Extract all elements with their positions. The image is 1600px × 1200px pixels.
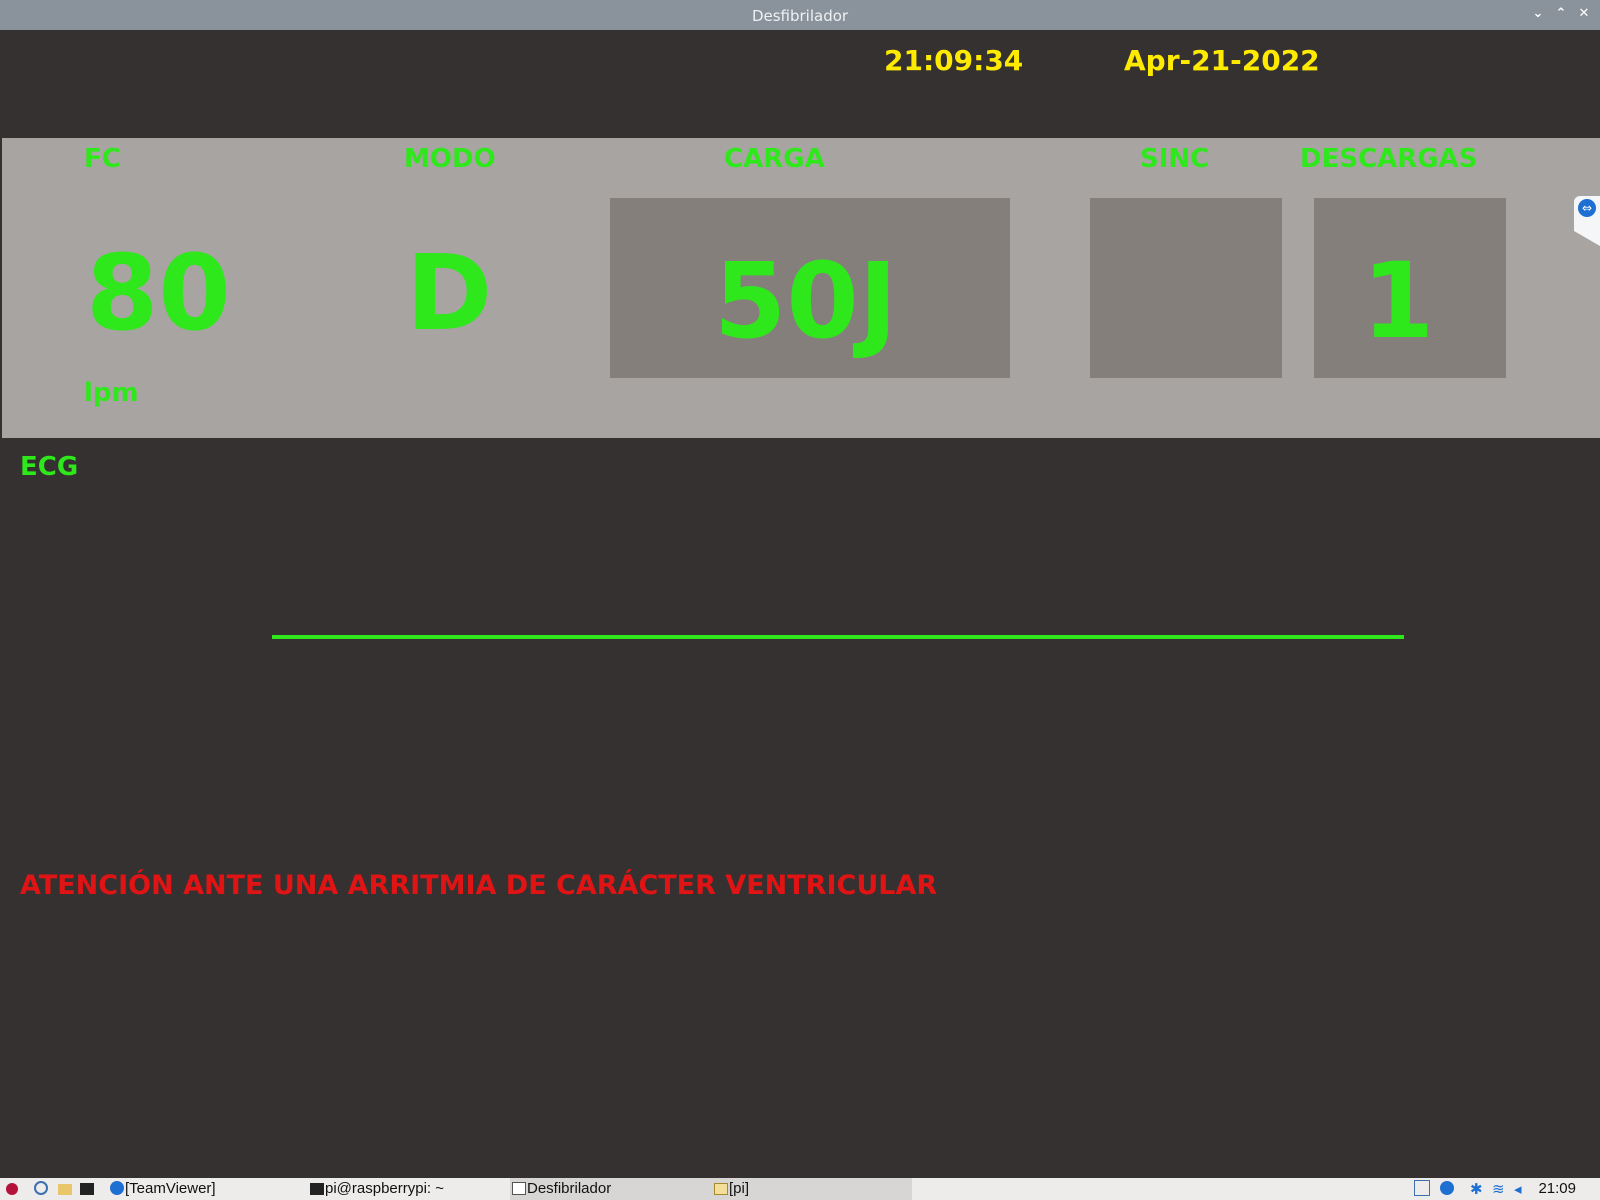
descargas-value: 1 [1362,240,1435,362]
volume-icon[interactable]: ◂ [1514,1180,1522,1198]
browser-icon[interactable] [34,1180,49,1198]
taskbar-item-teamviewer[interactable]: [TeamViewer] [110,1180,216,1198]
sinc-box[interactable] [1090,198,1282,378]
ecg-trace-area [272,635,1404,639]
fc-value: 80 [86,232,231,354]
close-icon[interactable]: ✕ [1576,6,1592,21]
teamviewer-tray-icon[interactable] [1440,1180,1455,1198]
folder-icon [714,1183,728,1195]
teamviewer-icon: ⇔ [1578,199,1596,217]
ecg-label: ECG [20,452,79,482]
terminal-icon[interactable] [80,1180,95,1198]
taskbar: [TeamViewer] pi@raspberrypi: ~ Desfibril… [0,1178,1600,1200]
window-titlebar: Desfibrilador ⌄ ⌃ ✕ [0,0,1600,30]
alert-message: ATENCIÓN ANTE UNA ARRITMIA DE CARÁCTER V… [20,870,938,901]
taskbar-item-label: pi@raspberrypi: ~ [325,1180,445,1197]
taskbar-clock[interactable]: 21:09 [1538,1180,1576,1197]
sinc-label: SINC [1140,144,1210,174]
vnc-icon[interactable] [1414,1180,1431,1198]
descargas-box[interactable]: 1 [1314,198,1506,378]
bluetooth-icon[interactable]: ✱ [1470,1180,1483,1198]
taskbar-item-label: Desfibrilador [527,1180,612,1197]
carga-box[interactable]: 50J [610,198,1010,378]
window-title: Desfibrilador [751,7,849,25]
descargas-label: DESCARGAS [1300,144,1478,174]
file-manager-icon[interactable] [58,1180,73,1198]
teamviewer-icon [110,1181,124,1195]
carga-value: 50J [714,240,898,362]
maximize-icon[interactable]: ⌃ [1553,6,1569,21]
taskbar-item-label: [TeamViewer] [125,1180,216,1197]
wifi-icon[interactable]: ≋ [1492,1180,1505,1198]
date-display: Apr-21-2022 [1124,44,1320,77]
vitals-panel: FC 80 lpm MODO D CARGA 50J SINC DESCARGA… [2,138,1600,438]
taskbar-item-desfibrilador[interactable]: Desfibrilador [512,1180,611,1198]
fc-unit: lpm [84,378,139,408]
time-display: 21:09:34 [884,44,1024,77]
raspberry-menu-icon[interactable] [6,1180,19,1198]
modo-value: D [406,232,493,354]
taskbar-item-terminal[interactable]: pi@raspberrypi: ~ [310,1180,444,1198]
window-icon [512,1182,526,1195]
terminal-icon [310,1183,324,1195]
minimize-icon[interactable]: ⌄ [1530,6,1546,21]
modo-label: MODO [404,144,496,174]
taskbar-item-label: [pi] [729,1180,750,1197]
carga-label: CARGA [724,144,825,174]
fc-label: FC [84,144,121,174]
taskbar-item-pi-folder[interactable]: [pi] [714,1180,749,1198]
